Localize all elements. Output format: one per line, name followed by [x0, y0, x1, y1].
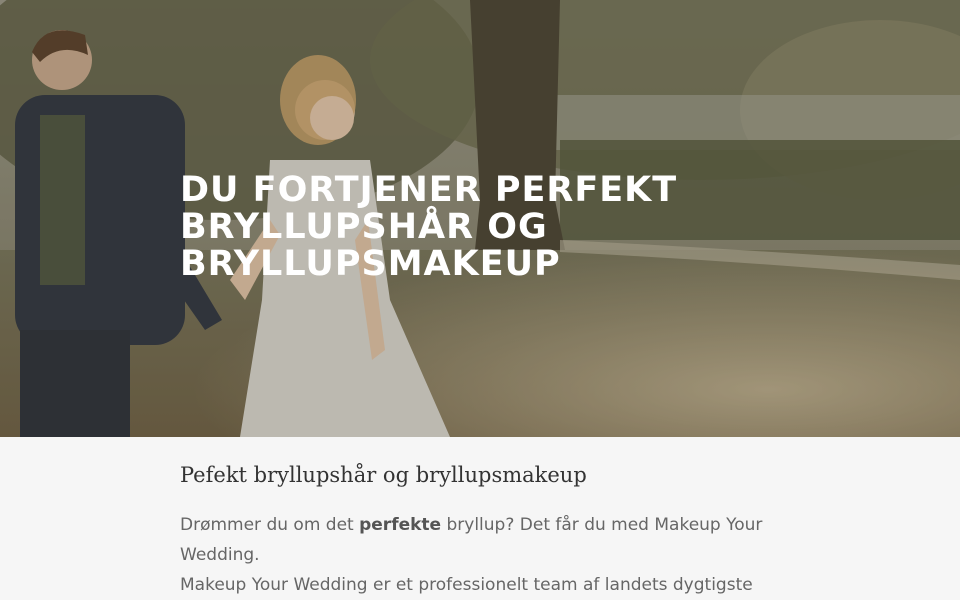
- intro-second-line: Makeup Your Wedding er et professionelt …: [180, 575, 753, 595]
- intro-emphasis: perfekte: [359, 515, 442, 535]
- intro-text-start: Drømmer du om det: [180, 515, 360, 535]
- hero-title: Du fortjener perfekt bryllupshår og bryl…: [180, 170, 678, 284]
- hero-banner: Du fortjener perfekt bryllupshår og bryl…: [0, 0, 960, 437]
- section-heading: Pefekt bryllupshår og bryllupsmakeup: [180, 463, 587, 487]
- intro-section: Pefekt bryllupshår og bryllupsmakeup Drø…: [0, 437, 960, 600]
- intro-paragraph: Drømmer du om det perfekte bryllup? Det …: [180, 510, 780, 600]
